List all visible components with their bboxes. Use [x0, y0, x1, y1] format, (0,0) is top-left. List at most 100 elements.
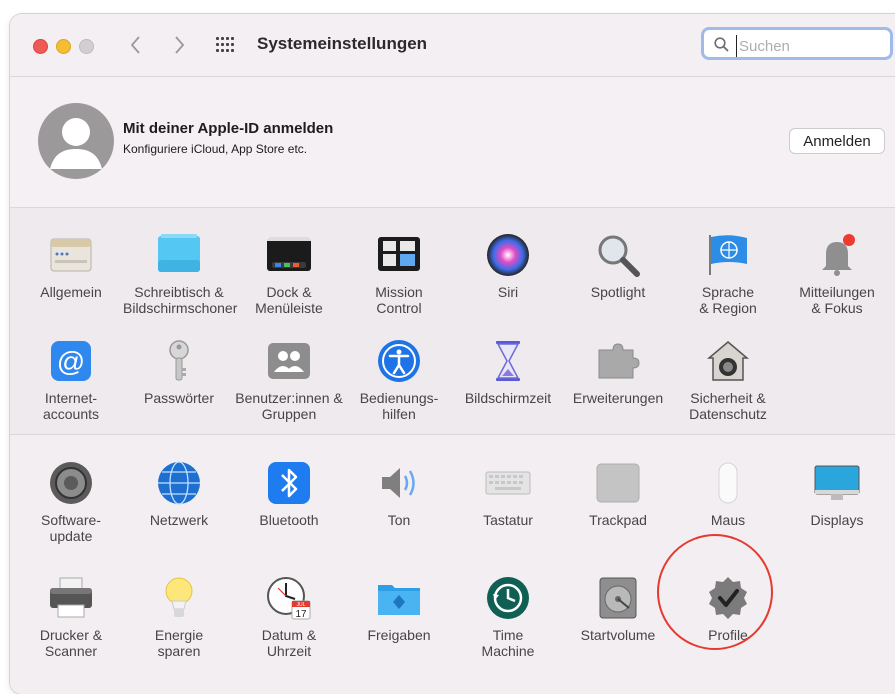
mouse-icon — [718, 462, 738, 504]
pref-label-line1: Mission — [375, 284, 423, 300]
pref-passwoerter[interactable]: Passwörter — [123, 338, 235, 406]
pref-softwareupdate[interactable]: Software-update — [15, 460, 127, 544]
pref-maus[interactable]: Maus — [672, 460, 784, 528]
pref-spotlight[interactable]: Spotlight — [562, 232, 674, 300]
globe-network-icon — [158, 461, 200, 505]
search-input[interactable] — [736, 35, 889, 57]
users-groups-icon — [268, 343, 310, 379]
pref-displays[interactable]: Displays — [781, 460, 893, 528]
pref-internetaccounts[interactable]: @ Internet-accounts — [15, 338, 127, 422]
gear-icon — [50, 462, 92, 504]
pref-label-line1: Spotlight — [590, 284, 646, 300]
show-all-grid-button[interactable] — [215, 34, 237, 56]
display-monitor-icon — [814, 465, 860, 500]
zoom-window-button[interactable] — [79, 39, 94, 54]
pref-label-line1: Startvolume — [580, 627, 656, 643]
sign-in-button[interactable]: Anmelden — [789, 128, 885, 154]
house-lock-icon — [706, 341, 750, 381]
pref-freigaben[interactable]: Freigaben — [343, 575, 455, 643]
window-title: Systemeinstellungen — [257, 34, 428, 53]
pref-label-line2: Gruppen — [261, 406, 317, 422]
pref-label-line2: accounts — [42, 406, 100, 422]
pref-energie-sparen[interactable]: Energie sparen — [123, 575, 235, 659]
pref-label-line1: Sprache — [701, 284, 755, 300]
keyboard-icon — [485, 471, 531, 495]
pref-label-line2: Bildschirmschoner — [123, 300, 238, 316]
clock-calendar-icon: JUL17 — [267, 577, 311, 620]
pref-siri[interactable]: Siri — [452, 232, 564, 300]
apple-id-subtitle: Konfiguriere iCloud, App Store etc. — [123, 142, 308, 156]
spotlight-magnifier-icon — [598, 235, 640, 277]
pref-label-line1: Siri — [497, 284, 519, 300]
pref-label-line2: hilfen — [382, 406, 416, 422]
pref-label-line1: Energie — [154, 627, 204, 643]
apple-id-section: Mit deiner Apple-ID anmelden Konfigurier… — [10, 77, 895, 208]
pref-label-line1: Internet- — [44, 390, 98, 406]
siri-icon — [487, 234, 529, 276]
printer-icon — [50, 577, 92, 618]
pref-time-machine[interactable]: Time Machine — [452, 575, 564, 659]
pref-dock[interactable]: Dock & Menüleiste — [233, 232, 345, 316]
pref-schreibtisch[interactable]: Schreibtisch & Bildschirmschoner — [123, 232, 238, 316]
pref-trackpad[interactable]: Trackpad — [562, 460, 674, 528]
pref-label-line1: Dock & — [266, 284, 312, 300]
pref-sprache-region[interactable]: Sprache & Region — [672, 232, 784, 316]
pref-label-line1: Bildschirmzeit — [464, 390, 552, 406]
pref-label-line1: Bedienungs- — [359, 390, 439, 406]
apple-id-title[interactable]: Mit deiner Apple-ID anmelden — [123, 120, 333, 137]
accessibility-icon — [378, 340, 420, 382]
pref-tastatur[interactable]: Tastatur — [452, 460, 564, 528]
pref-allgemein[interactable]: Allgemein — [15, 232, 127, 300]
pref-drucker-scanner[interactable]: Drucker & Scanner — [15, 575, 127, 659]
pref-label-line2: Datenschutz — [689, 406, 767, 422]
pref-ton[interactable]: Ton — [343, 460, 455, 528]
pref-datum-uhrzeit[interactable]: JUL 17 Datum & Uhrzeit — [233, 575, 345, 659]
pref-benutzer-gruppen[interactable]: Benutzer:innen & Gruppen — [233, 338, 345, 422]
minimize-window-button[interactable] — [56, 39, 71, 54]
back-button[interactable] — [123, 30, 149, 60]
hard-drive-icon — [599, 577, 637, 619]
pref-netzwerk[interactable]: Netzwerk — [123, 460, 235, 528]
pref-label-line1: Sicherheit & — [690, 390, 766, 406]
calendar-day: 17 — [295, 609, 307, 620]
pref-sicherheit[interactable]: Sicherheit & Datenschutz — [672, 338, 784, 422]
pref-label-line1: Trackpad — [589, 512, 647, 528]
chevron-left-icon — [131, 36, 140, 54]
pref-label-line2: Machine — [481, 643, 535, 659]
pref-label-line2: & Fokus — [811, 300, 863, 316]
avatar[interactable] — [38, 103, 114, 179]
dock-menubar-icon — [267, 237, 311, 271]
pref-label-line1: Netzwerk — [149, 512, 209, 528]
calendar-month: JUL — [297, 602, 306, 608]
pref-label-line2: Control — [376, 300, 422, 316]
pref-bedienungshilfen[interactable]: Bedienungs-hilfen — [343, 338, 455, 422]
pref-label-line1: Software- — [41, 512, 101, 528]
pref-label-line2: update — [49, 528, 93, 544]
desktop-screensaver-icon — [158, 234, 200, 272]
pref-label-line1: Allgemein — [40, 284, 102, 300]
svg-text:@: @ — [57, 346, 85, 377]
pref-mitteilungen[interactable]: Mitteilungen & Fokus — [781, 232, 893, 316]
bluetooth-icon — [268, 462, 310, 504]
pref-label-line1: Freigaben — [367, 627, 431, 643]
general-icon — [50, 238, 92, 272]
pref-mission-control[interactable]: Mission Control — [343, 232, 455, 316]
pref-bluetooth[interactable]: Bluetooth — [233, 460, 345, 528]
key-icon — [169, 340, 189, 381]
pref-bildschirmzeit[interactable]: Bildschirmzeit — [452, 338, 564, 406]
pref-label-line1: Bluetooth — [259, 512, 319, 528]
lightbulb-icon — [165, 577, 193, 617]
close-window-button[interactable] — [33, 39, 48, 54]
trackpad-icon — [596, 463, 640, 503]
pref-label-line1: Tastatur — [483, 512, 533, 528]
pref-erweiterungen[interactable]: Erweiterungen — [562, 338, 674, 406]
pref-label-line2: Scanner — [44, 643, 98, 659]
search-field[interactable] — [701, 27, 893, 60]
pref-label-line1: Drucker & — [39, 627, 103, 643]
forward-button[interactable] — [166, 30, 192, 60]
pref-label-line1: Benutzer:innen & — [235, 390, 343, 406]
at-sign-icon: @ — [51, 341, 91, 381]
time-machine-icon — [487, 577, 529, 619]
notification-bell-icon — [822, 234, 855, 276]
pref-label-line1: Time — [492, 627, 524, 643]
